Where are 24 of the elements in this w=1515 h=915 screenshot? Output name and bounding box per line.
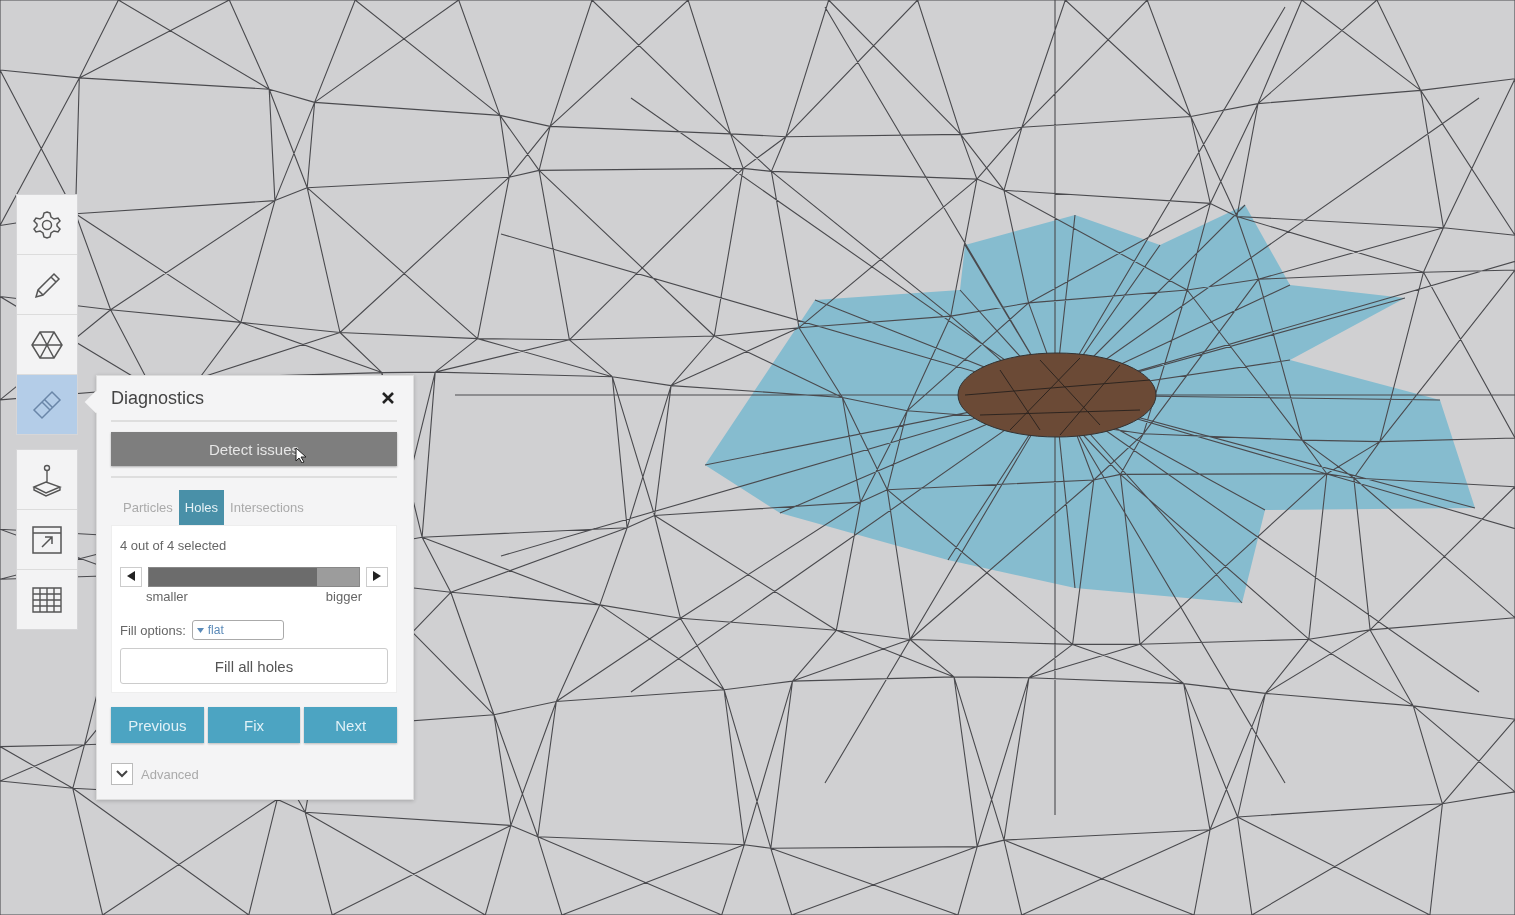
slider-min-label: smaller [146,589,188,604]
caret-icon [196,627,204,633]
fill-all-holes-button[interactable]: Fill all holes [120,648,388,684]
nav-button[interactable]: Fix [207,707,301,743]
decrease-button[interactable] [120,567,142,587]
advanced-label: Advanced [141,766,199,782]
nav-button[interactable]: Next [304,707,397,743]
joystick-icon[interactable] [30,462,64,497]
fill-options-dropdown[interactable]: flat [191,620,284,640]
nav-button[interactable]: Previous [111,707,204,743]
right-triangle-icon [373,571,381,581]
slider-track[interactable] [148,567,360,587]
tab[interactable]: Holes [178,490,225,525]
selection-count: 4 out of 4 selected [120,538,228,553]
left-triangle-icon [127,571,135,581]
fill-options-label: Fill options: [120,622,186,638]
expand-toggle[interactable] [111,763,133,785]
chevron-down-icon [116,770,128,778]
increase-button[interactable] [366,567,388,587]
tab[interactable]: Intersections [224,490,310,525]
detect-issues-button[interactable]: Detect issues [111,432,397,466]
panel-title: Diagnostics [111,387,205,409]
slider-max-label: bigger [325,589,362,604]
tab[interactable]: Particles [117,490,179,525]
